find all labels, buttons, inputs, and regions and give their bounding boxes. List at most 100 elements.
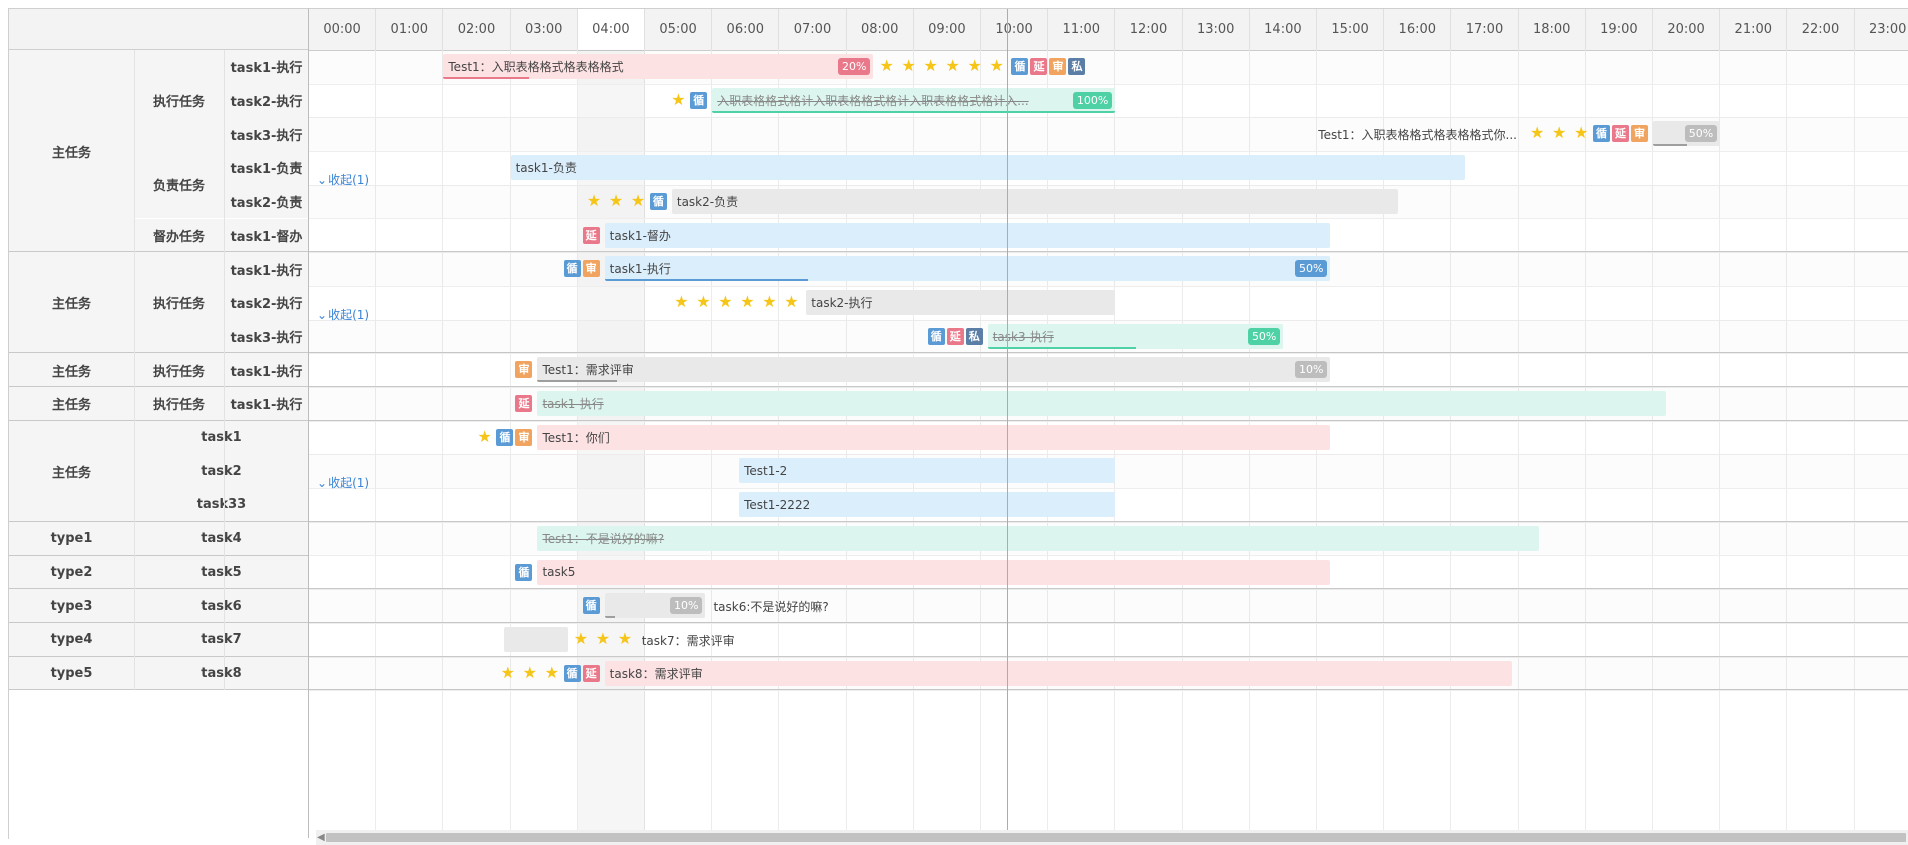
row-label: task2-执行 — [224, 285, 309, 320]
task-bar-label: task1-督办 — [609, 228, 671, 243]
task-bar[interactable]: 50% — [1653, 121, 1721, 147]
star-icon: ★ — [696, 291, 711, 311]
task-bar[interactable]: Test1：不是说好的嘛? — [537, 525, 1539, 551]
task-bar[interactable]: task1-督办 — [604, 222, 1331, 248]
progress-indicator — [987, 346, 1136, 349]
row-label: task1-执行 — [224, 353, 309, 387]
current-time-line — [1006, 9, 1008, 830]
collapse-toggle[interactable]: ⌄收起(1) — [317, 306, 369, 323]
star-icon: ★ — [573, 628, 589, 648]
timeline-panel[interactable]: 00:00 01:00 02:00 03:00 04:00 05:00 06:00 07:00… — [308, 8, 1908, 838]
loop-badge-icon: 循 — [1593, 125, 1610, 143]
task-bar[interactable]: task5 — [537, 559, 1331, 585]
row-label: task4 — [134, 521, 309, 556]
star-icon: ★ — [671, 89, 686, 109]
task-bar[interactable]: task2-负责 — [671, 188, 1398, 214]
delay-badge-icon: 延 — [582, 226, 600, 244]
time-axis-label: 20:00 — [1653, 9, 1721, 50]
star-icon: ★ — [1530, 123, 1545, 143]
group-label: 主任务 — [9, 420, 134, 522]
group-separator — [9, 689, 309, 691]
time-axis-label: 11:00 — [1048, 9, 1116, 50]
progress-badge: 10% — [1294, 361, 1328, 379]
progress-badge: 50% — [1684, 125, 1718, 143]
task-bar[interactable]: task8：需求评审 — [604, 660, 1512, 686]
collapse-toggle[interactable]: ⌄收起(1) — [317, 474, 369, 491]
scrollbar-thumb[interactable] — [326, 833, 1906, 842]
private-badge-icon: 私 — [965, 327, 983, 345]
star-icon: ★ — [630, 190, 646, 210]
time-axis-label: 19:00 — [1586, 9, 1653, 50]
task-bar[interactable]: Test1-2222 — [739, 492, 1116, 518]
subgroup-label: 负责任务 — [134, 151, 224, 219]
row-label: task33 — [134, 488, 309, 522]
row-label: task7 — [134, 622, 309, 657]
task-bar[interactable]: task2-执行 — [806, 289, 1116, 315]
task-bar-label: task1-执行 — [542, 397, 604, 411]
subgroup-label: 执行任务 — [134, 387, 224, 421]
subgroup-label: 督办任务 — [134, 218, 224, 253]
task-bar[interactable]: 入职表格格式格计入职表格格式格计入职表格格式格计入... 100% — [712, 87, 1116, 113]
task-bar[interactable]: 10% — [604, 593, 706, 619]
star-icon: ★ — [718, 291, 733, 311]
progress-indicator — [604, 616, 615, 619]
time-axis-label: 06:00 — [712, 9, 780, 50]
progress-badge: 50% — [1294, 260, 1328, 278]
subgroup-label: 执行任务 — [134, 50, 224, 152]
star-icon: ★ — [477, 426, 492, 446]
time-axis-label: 01:00 — [376, 9, 444, 50]
star-icon: ★ — [674, 291, 689, 311]
chevron-down-icon: ⌄ — [317, 476, 328, 491]
star-icon: ★ — [989, 56, 1004, 75]
subgroup-label: 执行任务 — [134, 353, 224, 387]
task-bar[interactable]: Test1：需求评审 10% — [537, 357, 1331, 383]
row-label: task2 — [134, 454, 309, 489]
task-bar[interactable]: task1-执行 50% — [604, 256, 1331, 282]
loop-badge-icon: 循 — [690, 91, 708, 109]
star-icon: ★ — [1574, 123, 1589, 143]
star-icon: ★ — [544, 662, 560, 682]
time-axis-label: 16:00 — [1384, 9, 1452, 50]
progress-indicator — [537, 380, 617, 383]
group-label: 主任务 — [9, 387, 134, 421]
delay-badge-icon: 延 — [1612, 125, 1629, 143]
task-bar[interactable]: task1-执行 — [537, 391, 1667, 416]
time-axis-label: 00:00 — [309, 9, 377, 50]
task-bar[interactable]: Test1：你们 — [537, 424, 1331, 450]
task-title-label: task7：需求评审 — [641, 633, 735, 648]
time-axis-label: 21:00 — [1720, 9, 1788, 50]
group-label: 主任务 — [9, 252, 134, 354]
loop-badge-icon: 循 — [1011, 58, 1029, 75]
task-bar[interactable]: task1-负责 — [510, 155, 1465, 181]
task-bar-label: Test1：入职表格格式格表格格式 — [448, 60, 624, 74]
loop-badge-icon: 循 — [563, 260, 581, 278]
task-bar[interactable]: Test1：入职表格格式格表格格式 20% — [443, 54, 874, 79]
collapse-toggle[interactable]: ⌄收起(1) — [317, 171, 369, 188]
loop-badge-icon: 循 — [515, 563, 533, 581]
private-badge-icon: 私 — [1068, 58, 1086, 75]
star-icon: ★ — [500, 662, 516, 682]
task-bar[interactable]: Test1-2 — [739, 458, 1116, 484]
time-axis-label: 23:00 — [1855, 9, 1908, 50]
time-axis-label: 05:00 — [645, 9, 713, 50]
row-label: task1 — [134, 420, 309, 455]
progress-indicator — [443, 77, 530, 79]
horizontal-scrollbar[interactable]: ◀ — [316, 830, 1908, 845]
row-label: task1-督办 — [224, 218, 309, 253]
scroll-left-arrow-icon[interactable]: ◀ — [317, 830, 325, 845]
group-label: 主任务 — [9, 50, 134, 253]
review-badge-icon: 审 — [582, 260, 600, 278]
star-icon: ★ — [967, 56, 982, 75]
row-label: task1-负责 — [224, 151, 309, 185]
time-axis-label: 13:00 — [1183, 9, 1250, 50]
time-axis-label: 22:00 — [1787, 9, 1855, 50]
task-bar[interactable] — [503, 626, 568, 652]
row-label: task3-执行 — [224, 117, 309, 152]
task-bar[interactable]: task3-执行 50% — [987, 323, 1284, 349]
star-icon: ★ — [740, 291, 755, 311]
time-axis-label: 18:00 — [1519, 9, 1586, 50]
star-icon: ★ — [923, 56, 938, 75]
task-bar-label: Test1：不是说好的嘛? — [542, 531, 665, 546]
star-icon: ★ — [784, 291, 799, 311]
loop-badge-icon: 循 — [927, 327, 945, 345]
